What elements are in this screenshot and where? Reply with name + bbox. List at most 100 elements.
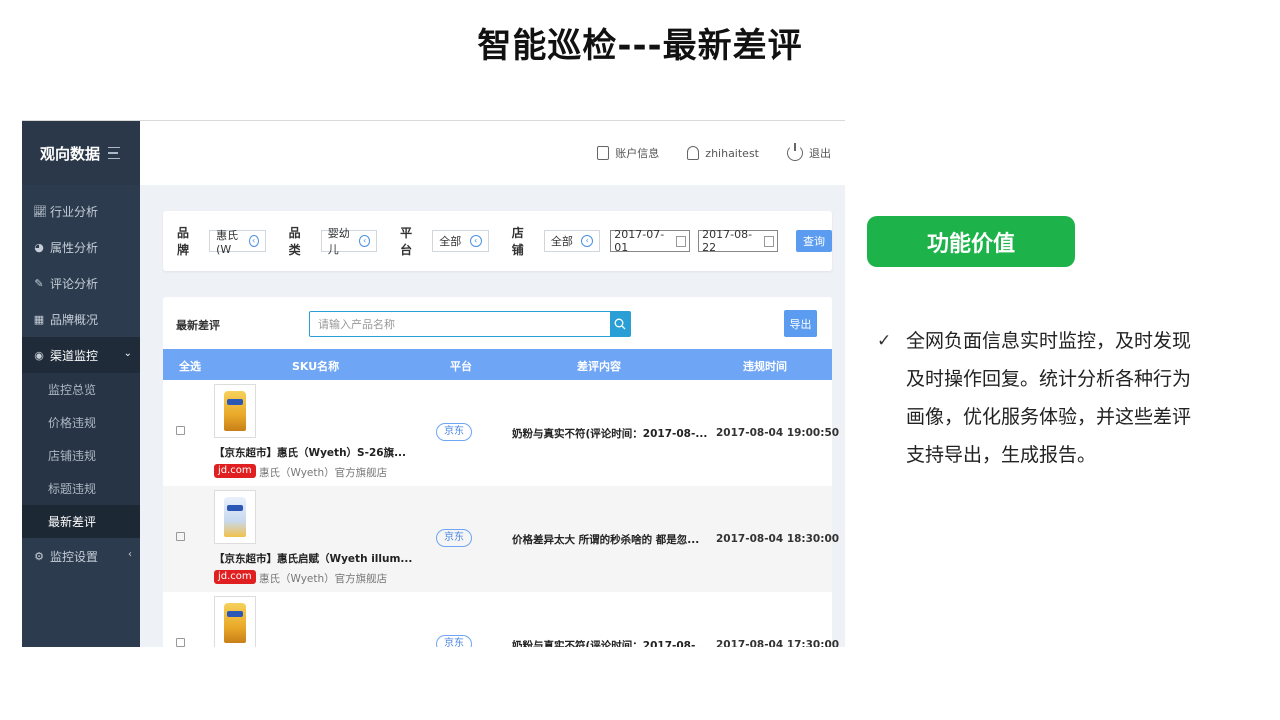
jd-logo-icon: jd.com (214, 570, 256, 584)
table-row: 【京东超市】惠氏（Wyeth）S-26旗... jd.com 惠氏（Wyeth）… (163, 380, 839, 486)
platform-filter-label: 平台 (400, 226, 413, 257)
sidebar-subitem-latest-reviews[interactable]: 最新差评 (22, 505, 140, 538)
platform-select[interactable]: 全部 ‹ (432, 230, 489, 252)
query-button[interactable]: 查询 (796, 230, 832, 252)
feature-value-text: 全网负面信息实时监控，及时发现及时操作回复。统计分析各种行为画像，优化服务体验，… (906, 330, 1192, 466)
brand-filter-label: 品牌 (177, 226, 190, 257)
review-content[interactable]: 奶粉与真实不符(评论时间：2017-08-... (512, 426, 707, 441)
end-date-value: 2017-08-22 (702, 228, 753, 254)
chevron-down-icon: ‹ (581, 235, 594, 247)
chevron-left-icon: ‹ (128, 549, 132, 560)
power-icon (787, 143, 803, 161)
app-window: 观向数据 📈︎ 行业分析 ◕ 属性分析 ✎ 评论分析 ▦ 品牌概况 ◉ 渠道监控… (22, 120, 845, 647)
category-filter-label: 品类 (288, 226, 301, 257)
sidebar-item-industry[interactable]: 📈︎ 行业分析 (22, 193, 140, 229)
target-icon: ◉ (34, 348, 44, 362)
logout-button[interactable]: 退出 (787, 143, 831, 161)
row-checkbox[interactable] (176, 532, 185, 541)
logout-label: 退出 (809, 147, 831, 160)
row-checkbox[interactable] (176, 426, 185, 435)
sidebar-subitem-title[interactable]: 标题违规 (22, 472, 140, 505)
feature-value-description: ✓ 全网负面信息实时监控，及时发现及时操作回复。统计分析各种行为画像，优化服务体… (877, 322, 1207, 474)
search-input[interactable] (310, 312, 610, 336)
building-icon: ▦ (33, 312, 45, 326)
sidebar-item-attribute[interactable]: ◕ 属性分析 (22, 229, 140, 265)
review-column-header: 差评内容 (577, 360, 621, 373)
username: zhihaitest (705, 146, 759, 160)
sidebar-subitem-overview[interactable]: 监控总览 (22, 373, 140, 406)
row-checkbox[interactable] (176, 638, 185, 647)
user-link[interactable]: zhihaitest (687, 146, 759, 160)
sidebar-item-label: 监控设置 (50, 549, 99, 564)
brand-name: 观向数据 (40, 144, 101, 163)
calendar-icon (675, 235, 687, 247)
feature-value-badge: 功能价值 (867, 216, 1075, 267)
sidebar-item-label: 渠道监控 (50, 348, 99, 363)
sidebar-subitem-price[interactable]: 价格违规 (22, 406, 140, 439)
category-select[interactable]: 婴幼儿 ‹ (320, 227, 378, 256)
line-chart-icon: 📈︎ (33, 204, 47, 218)
violation-time: 2017-08-04 17:30:00 (716, 639, 840, 647)
table-header: 全选 SKU名称 平台 差评内容 违规时间 (163, 349, 832, 380)
review-content[interactable]: 价格差异太大 所谓的秒杀啥的 都是忽... (512, 532, 699, 547)
panel-title: 最新差评 (176, 319, 220, 332)
calendar-icon (763, 235, 774, 247)
platform-tag: 京东 (436, 423, 472, 441)
sidebar-item-label: 品牌概况 (50, 312, 99, 327)
reviews-panel: 最新差评 导出 全选 SKU名称 平台 差评内容 违规时间 (163, 297, 839, 647)
sidebar-item-brand[interactable]: ▦ 品牌概况 (22, 301, 140, 337)
platform-column-header: 平台 (450, 360, 472, 373)
jd-logo-icon: jd.com (214, 464, 256, 478)
sku-column-header: SKU名称 (292, 360, 340, 373)
gear-icon: ⚙ (34, 549, 44, 563)
search-icon (614, 318, 626, 330)
sku-name[interactable]: 【京东超市】惠氏启赋（Wyeth illum... (214, 551, 412, 566)
user-icon (687, 146, 700, 160)
select-all-header[interactable]: 全选 (179, 358, 201, 374)
chevron-down-icon: ‹ (248, 235, 259, 247)
product-image (214, 490, 256, 544)
main-content: 账户信息 zhihaitest 退出 品牌 惠氏(W ‹ 品类 婴幼儿 ‹ 平台… (140, 121, 845, 647)
platform-tag: 京东 (436, 635, 472, 647)
product-image (214, 384, 256, 438)
search-button[interactable] (610, 312, 630, 336)
violation-time: 2017-08-04 19:00:50 (716, 427, 840, 439)
sidebar-item-label: 属性分析 (50, 240, 99, 255)
menu-toggle-icon[interactable] (108, 147, 120, 159)
review-content[interactable]: 奶粉与真实不符(评论时间：2017-08-... (512, 638, 707, 647)
sidebar-item-comment[interactable]: ✎ 评论分析 (22, 265, 140, 301)
brand-logo: 观向数据 (22, 121, 140, 185)
sidebar-subitem-store[interactable]: 店铺违规 (22, 439, 140, 472)
account-info-link[interactable]: 账户信息 (597, 145, 659, 161)
brand-select[interactable]: 惠氏(W ‹ (209, 229, 266, 256)
start-date-value: 2017-07-01 (614, 228, 665, 254)
shop-name: 惠氏（Wyeth）官方旗舰店 (259, 467, 388, 479)
product-search (309, 311, 631, 337)
shop-name: 惠氏（Wyeth）官方旗舰店 (259, 573, 388, 585)
chevron-down-icon: ‹ (359, 235, 371, 247)
violation-time: 2017-08-04 18:30:00 (716, 533, 840, 545)
export-button[interactable]: 导出 (784, 310, 817, 337)
store-filter-label: 店铺 (511, 226, 524, 257)
store-select[interactable]: 全部 ‹ (543, 230, 601, 252)
pie-chart-icon: ◕ (34, 240, 44, 254)
account-info-label: 账户信息 (615, 147, 660, 160)
sku-name[interactable]: 【京东超市】惠氏（Wyeth）S-26旗... (214, 445, 406, 460)
end-date-input[interactable]: 2017-08-22 (698, 228, 778, 254)
platform-select-value: 全部 (439, 235, 462, 248)
checkmark-icon: ✓ (877, 331, 892, 351)
brand-select-value: 惠氏(W (216, 228, 239, 256)
sidebar-item-label: 行业分析 (50, 204, 99, 219)
sidebar-item-channel[interactable]: ◉ 渠道监控 ⌄ (22, 337, 140, 373)
category-select-value: 婴幼儿 (327, 227, 350, 256)
filter-bar: 品牌 惠氏(W ‹ 品类 婴幼儿 ‹ 平台 全部 ‹ 店铺 全部 ‹ 2017-… (163, 211, 832, 271)
store-select-value: 全部 (550, 235, 573, 248)
edit-icon: ✎ (34, 276, 44, 290)
chevron-down-icon: ⌄ (123, 348, 132, 359)
sidebar-item-label: 评论分析 (50, 276, 99, 291)
start-date-input[interactable]: 2017-07-01 (610, 228, 691, 254)
slide-title: 智能巡检---最新差评 (477, 26, 803, 66)
sidebar-item-settings[interactable]: ⚙ 监控设置 ‹ (22, 538, 140, 574)
platform-tag: 京东 (436, 529, 472, 547)
document-icon (597, 146, 610, 160)
